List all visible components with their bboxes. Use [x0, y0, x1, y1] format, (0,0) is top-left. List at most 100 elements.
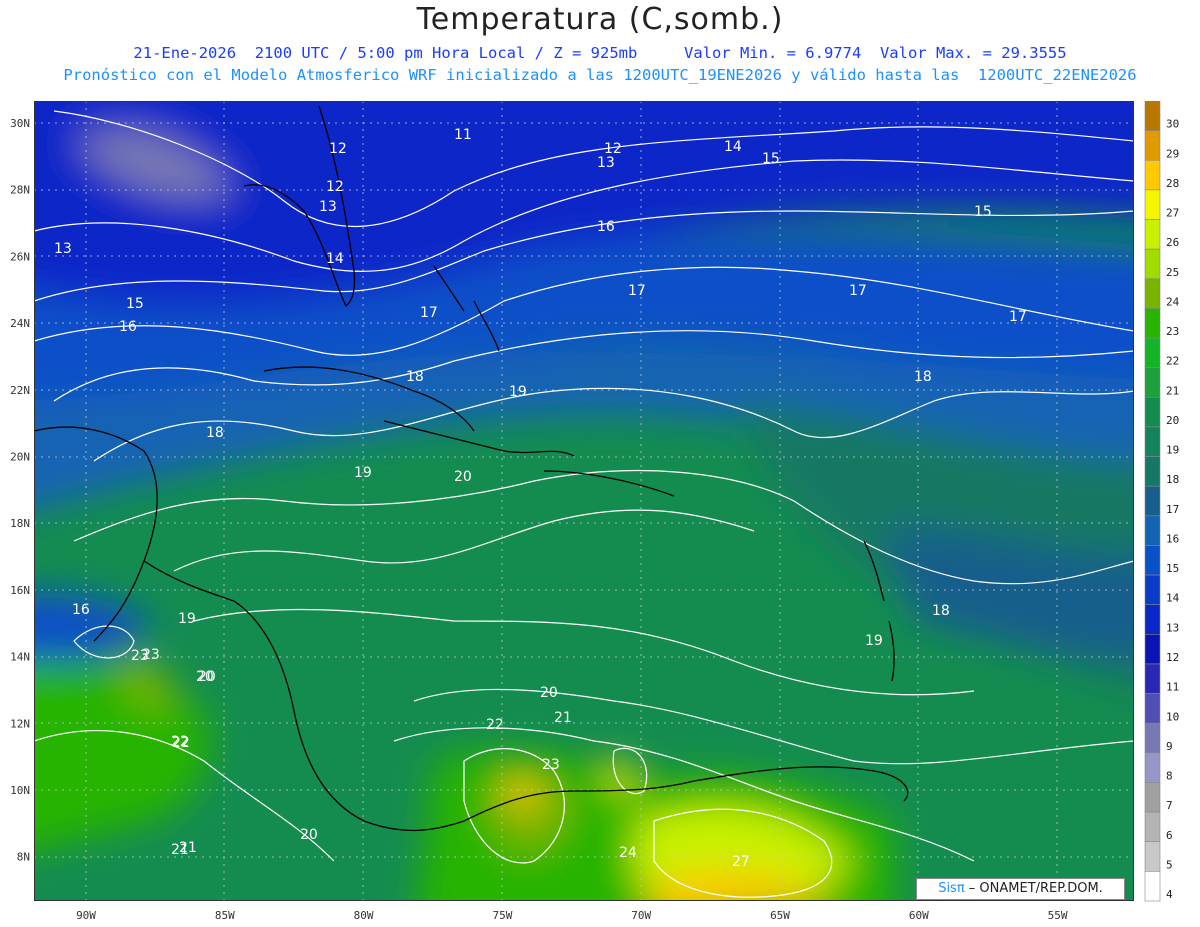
- contour-label: 16: [72, 602, 90, 618]
- colorbar-swatch: [1144, 663, 1161, 694]
- longitude-axis: 90W 85W 80W 75W 70W 65W 60W 55W: [76, 909, 1068, 922]
- colorbar-label: 24: [1166, 295, 1180, 308]
- contour-label: 20: [454, 469, 472, 485]
- colorbar-label: 21: [1166, 384, 1179, 397]
- contour-label: 21: [179, 840, 197, 856]
- lon-label: 70W: [631, 909, 651, 922]
- contour-label: 15: [974, 204, 992, 220]
- colorbar-label: 18: [1166, 473, 1179, 486]
- contour-label: 24: [619, 845, 637, 861]
- colorbar-swatch: [1144, 308, 1161, 339]
- contour-label: 20: [198, 669, 216, 685]
- lat-label: 16N: [10, 584, 30, 597]
- colorbar-swatch: [1144, 396, 1161, 428]
- colorbar-swatch: [1144, 278, 1161, 309]
- credit-text: – ONAMET/REP.DOM.: [964, 881, 1103, 896]
- contour-label: 13: [319, 199, 337, 215]
- colorbar-swatch: [1144, 426, 1161, 457]
- colorbar-label: 12: [1166, 651, 1179, 664]
- map-subtitle-valid-time: 21-Ene-2026 2100 UTC / 5:00 pm Hora Loca…: [133, 44, 1067, 62]
- latitude-axis: 30N 28N 26N 24N 22N 20N 18N 16N 14N 12N 10N 8N: [10, 117, 30, 864]
- contour-label: 14: [326, 251, 344, 267]
- colorbar-swatch: [1144, 811, 1161, 843]
- colorbar-label: 11: [1166, 681, 1179, 694]
- colorbar-label: 4: [1166, 888, 1173, 901]
- lat-label: 18N: [10, 517, 30, 530]
- lat-label: 30N: [10, 117, 30, 130]
- colorbar-label: 17: [1166, 503, 1179, 516]
- colorbar-label: 13: [1166, 621, 1179, 634]
- colorbar-swatch: [1144, 130, 1161, 161]
- lat-label: 24N: [10, 317, 30, 330]
- colorbar-label: 23: [1166, 325, 1179, 338]
- colorbar-swatch: [1144, 337, 1161, 368]
- colorbar-swatch: [1144, 574, 1161, 606]
- contour-label: 23: [131, 648, 149, 664]
- colorbar-label: 19: [1166, 444, 1179, 457]
- colorbar-swatch: [1144, 189, 1161, 220]
- contour-label: 18: [914, 369, 932, 385]
- contour-label: 12: [326, 179, 344, 195]
- colorbar-label: 22: [1166, 355, 1179, 368]
- contour-label: 22: [486, 717, 504, 733]
- lon-label: 85W: [215, 909, 235, 922]
- contour-label: 20: [300, 827, 318, 843]
- contour-label: 18: [406, 369, 424, 385]
- map-subtitle-model-run: Pronóstico con el Modelo Atmosferico WRF…: [63, 66, 1137, 84]
- colorbar-swatch: [1144, 101, 1161, 131]
- colorbar-label: 29: [1166, 147, 1179, 160]
- lon-label: 55W: [1048, 909, 1068, 922]
- colorbar-swatch: [1144, 841, 1161, 872]
- contour-label: 17: [849, 283, 867, 299]
- lat-label: 14N: [10, 651, 30, 664]
- colorbar-swatch: [1144, 219, 1161, 250]
- colorbar-swatch: [1144, 752, 1161, 783]
- colorbar-label: 15: [1166, 562, 1179, 575]
- contour-label: 19: [354, 465, 372, 481]
- contour-label: 19: [178, 611, 196, 627]
- lat-label: 28N: [10, 184, 30, 197]
- lon-label: 75W: [492, 909, 512, 922]
- colorbar-swatch: [1144, 367, 1161, 398]
- colorbar-swatch: [1144, 871, 1161, 902]
- contour-label: 18: [932, 603, 950, 619]
- colorbar-label: 9: [1166, 740, 1173, 753]
- contour-label: 17: [1009, 309, 1027, 325]
- contour-label: 19: [509, 384, 527, 400]
- contour-label: 27: [732, 854, 750, 870]
- colorbar-label: 28: [1166, 177, 1179, 190]
- colorbar-label: 26: [1166, 236, 1179, 249]
- lat-label: 12N: [10, 717, 30, 730]
- colorbar-swatch: [1144, 248, 1161, 280]
- contour-label: 23: [542, 757, 560, 773]
- lon-label: 80W: [354, 909, 374, 922]
- colorbar-swatch: [1144, 634, 1161, 665]
- colorbar-swatch: [1144, 159, 1161, 191]
- lat-label: 22N: [10, 384, 30, 397]
- contour-label: 18: [206, 425, 224, 441]
- colorbar-swatch: [1144, 693, 1161, 724]
- contour-label: 13: [54, 241, 72, 257]
- colorbar-swatch: [1144, 545, 1161, 576]
- colorbar-label: 30: [1166, 118, 1179, 131]
- contour-label: 12: [329, 141, 347, 157]
- colorbar-label: 8: [1166, 770, 1173, 783]
- colorbar-label: 5: [1166, 858, 1173, 871]
- lat-label: 8N: [17, 851, 30, 864]
- colorbar-label: 7: [1166, 799, 1173, 812]
- contour-label: 15: [762, 151, 780, 167]
- colorbar-label: 16: [1166, 532, 1179, 545]
- colorbar-label: 27: [1166, 207, 1179, 220]
- contour-label: 20: [540, 685, 558, 701]
- contour-label: 14: [724, 139, 742, 155]
- contour-label: 15: [126, 296, 144, 312]
- contour-label: 16: [119, 319, 137, 335]
- colorbar-label: 20: [1166, 414, 1179, 427]
- lon-label: 65W: [770, 909, 790, 922]
- colorbar-swatch: [1144, 485, 1161, 517]
- colorbar-label: 10: [1166, 710, 1179, 723]
- colorbar-swatch: [1144, 515, 1161, 546]
- contour-label: 17: [420, 305, 438, 321]
- contour-label: 17: [628, 283, 646, 299]
- colorbar-swatch: [1144, 456, 1161, 487]
